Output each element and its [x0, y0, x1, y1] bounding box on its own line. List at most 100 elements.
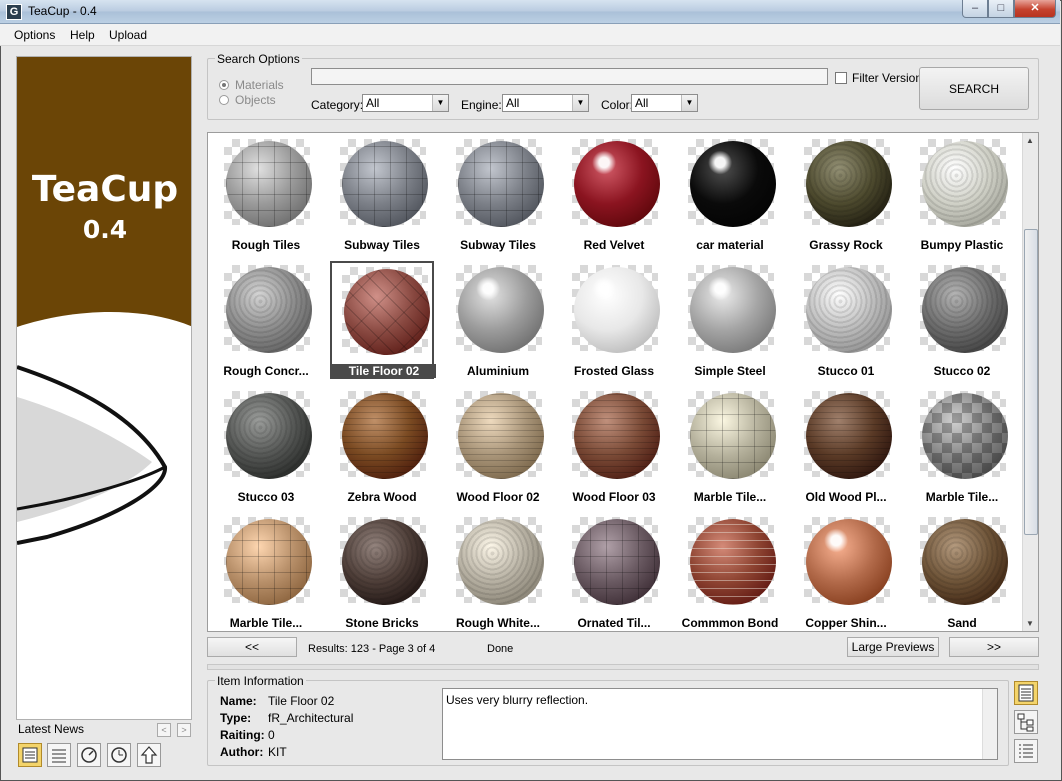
minimize-button[interactable]: –	[962, 0, 988, 18]
material-tile[interactable]: Bumpy Plastic	[910, 135, 1014, 253]
color-select[interactable]: All ▼	[631, 94, 698, 112]
material-tile[interactable]: Stucco 01	[794, 261, 898, 379]
color-label: Color:	[601, 98, 634, 112]
menu-upload[interactable]: Upload	[109, 28, 147, 42]
material-tile[interactable]: Old Wood Pl...	[794, 387, 898, 505]
tree-view-icon[interactable]	[1014, 710, 1038, 734]
results-scrollbar[interactable]: ▲ ▼	[1022, 133, 1038, 631]
material-preview-sphere	[344, 269, 430, 355]
news-view-icon[interactable]	[18, 743, 42, 767]
material-tile-label: Ornated Til...	[577, 616, 651, 630]
category-label: Category:	[311, 98, 364, 112]
objects-radio[interactable]	[219, 95, 229, 105]
title-bar[interactable]: G TeaCup - 0.4	[0, 0, 1060, 24]
material-tile[interactable]: Stone Bricks	[330, 513, 434, 631]
material-preview-sphere	[226, 267, 312, 353]
material-tile[interactable]: Red Velvet	[562, 135, 666, 253]
brand-name: TeaCup	[31, 169, 179, 210]
material-tile[interactable]: Zebra Wood	[330, 387, 434, 505]
category-value: All	[366, 96, 380, 110]
material-preview-sphere	[922, 141, 1008, 227]
material-tile-label: Commmon Bond	[681, 616, 779, 630]
material-tile[interactable]: Rough Tiles	[214, 135, 318, 253]
chevron-down-icon: ▼	[432, 95, 448, 111]
material-tile[interactable]: Tile Floor 02	[330, 261, 436, 379]
search-button[interactable]: SEARCH	[919, 67, 1029, 110]
material-tile[interactable]: Stucco 02	[910, 261, 1014, 379]
material-tile[interactable]: Wood Floor 03	[562, 387, 666, 505]
results-count: Results: 123 - Page 3 of 4	[308, 643, 436, 655]
material-tile[interactable]: Copper Shin...	[794, 513, 898, 631]
material-tile-label: Rough Concr...	[223, 364, 309, 378]
material-tile-label: Subway Tiles	[460, 238, 536, 252]
material-tile-label: Simple Steel	[694, 364, 766, 378]
brand-version: 0.4	[82, 215, 128, 244]
material-tile[interactable]: Wood Floor 02	[446, 387, 550, 505]
menu-help[interactable]: Help	[70, 28, 95, 42]
category-select[interactable]: All ▼	[362, 94, 449, 112]
engine-select[interactable]: All ▼	[502, 94, 589, 112]
news-next-button[interactable]: >	[177, 723, 191, 737]
rating-value: 0	[268, 728, 275, 742]
app-icon: G	[6, 4, 22, 20]
info-view-icon[interactable]	[1014, 681, 1038, 705]
clock-icon[interactable]	[107, 743, 131, 767]
material-tile-label: Wood Floor 02	[456, 490, 540, 504]
material-tile-label: Rough Tiles	[231, 238, 301, 252]
close-button[interactable]: ✕	[1014, 0, 1056, 18]
teacup-illustration	[17, 312, 191, 719]
material-tile[interactable]: Commmon Bond	[678, 513, 782, 631]
material-tile[interactable]: Subway Tiles	[330, 135, 434, 253]
rating-key: Raiting:	[220, 728, 265, 742]
menu-options[interactable]: Options	[14, 28, 55, 42]
filter-version-checkbox[interactable]	[835, 72, 847, 84]
material-tile[interactable]: Rough White...	[446, 513, 550, 631]
material-tile[interactable]: car material	[678, 135, 782, 253]
description-textarea[interactable]: Uses very blurry reflection.	[442, 688, 998, 760]
material-tile[interactable]: Sand	[910, 513, 1014, 631]
material-preview-sphere	[458, 519, 544, 605]
material-preview-sphere	[806, 519, 892, 605]
details-list-icon[interactable]	[1014, 739, 1038, 763]
material-preview-sphere	[690, 393, 776, 479]
gauge-icon[interactable]	[77, 743, 101, 767]
material-tile[interactable]: Simple Steel	[678, 261, 782, 379]
large-previews-button[interactable]: Large Previews	[847, 637, 939, 657]
material-tile-label: Sand	[947, 616, 977, 630]
item-information-legend: Item Information	[215, 674, 306, 688]
search-input[interactable]	[311, 68, 828, 85]
upload-arrow-icon[interactable]	[137, 743, 161, 767]
material-tile[interactable]: Marble Tile...	[214, 513, 318, 631]
material-tile[interactable]: Ornated Til...	[562, 513, 666, 631]
material-tile-label: Copper Shin...	[805, 616, 887, 630]
scroll-down-icon[interactable]: ▼	[1026, 619, 1034, 628]
material-tile-label: Tile Floor 02	[332, 364, 436, 378]
material-tile-label: Subway Tiles	[344, 238, 420, 252]
prev-page-button[interactable]: <<	[207, 637, 297, 657]
description-scrollbar[interactable]	[982, 689, 997, 759]
material-tile[interactable]: Marble Tile...	[910, 387, 1014, 505]
news-prev-button[interactable]: <	[157, 723, 171, 737]
material-tile[interactable]: Stucco 03	[214, 387, 318, 505]
splitter-bar[interactable]	[207, 664, 1039, 670]
next-page-button[interactable]: >>	[949, 637, 1039, 657]
filter-version-label: Filter Version	[852, 71, 923, 85]
material-tile[interactable]: Frosted Glass	[562, 261, 666, 379]
material-preview-sphere	[342, 393, 428, 479]
scroll-thumb[interactable]	[1024, 229, 1038, 535]
material-tile[interactable]: Aluminium	[446, 261, 550, 379]
material-tile[interactable]: Rough Concr...	[214, 261, 318, 379]
material-tile[interactable]: Marble Tile...	[678, 387, 782, 505]
scroll-up-icon[interactable]: ▲	[1026, 136, 1034, 145]
material-preview-sphere	[342, 141, 428, 227]
maximize-button[interactable]: □	[988, 0, 1014, 18]
materials-radio[interactable]	[219, 80, 229, 90]
material-preview-sphere	[458, 141, 544, 227]
material-tile-label: Marble Tile...	[229, 616, 303, 630]
material-tile[interactable]: Subway Tiles	[446, 135, 550, 253]
engine-label: Engine:	[461, 98, 502, 112]
material-tile[interactable]: Grassy Rock	[794, 135, 898, 253]
list-view-icon[interactable]	[47, 743, 71, 767]
material-preview-sphere	[922, 393, 1008, 479]
material-tile-label: Bumpy Plastic	[920, 238, 1004, 252]
